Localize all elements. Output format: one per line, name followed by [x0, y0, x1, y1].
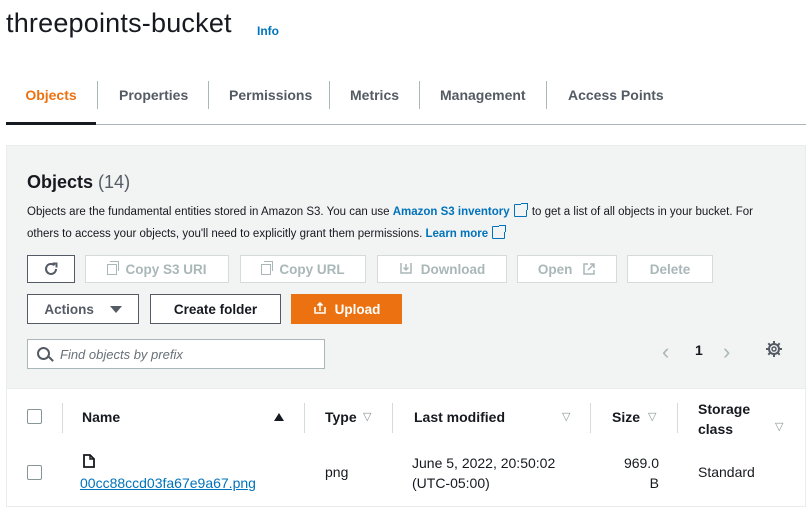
search-placeholder: Find objects by prefix — [60, 347, 183, 362]
sort-ascending-icon[interactable] — [274, 413, 284, 421]
object-name-link[interactable]: 00cc88ccd03fa67e9a67.png — [80, 473, 256, 493]
download-label: Download — [420, 262, 486, 277]
page-number[interactable]: 1 — [695, 342, 703, 358]
column-storage-class[interactable]: Storage class — [698, 399, 750, 439]
copy-icon — [261, 261, 274, 275]
copy-url-button[interactable]: Copy URL — [240, 255, 366, 283]
upload-label: Upload — [334, 302, 381, 317]
sort-icon[interactable]: ▽ — [648, 410, 656, 423]
tab-objects[interactable]: Objects — [6, 70, 96, 125]
upload-button[interactable]: Upload — [291, 294, 402, 324]
learn-more-link[interactable]: Learn more — [426, 228, 489, 240]
tab-divider — [329, 81, 330, 109]
column-divider — [590, 403, 591, 433]
description-text: Objects are the fundamental entities sto… — [27, 206, 390, 218]
object-storage-class: Standard — [698, 464, 755, 480]
column-storage-class-line1: Storage — [698, 401, 751, 417]
table-row[interactable]: 00cc88ccd03fa67e9a67.png png June 5, 202… — [7, 446, 805, 506]
create-folder-button[interactable]: Create folder — [150, 294, 281, 324]
info-link[interactable]: Info — [257, 24, 279, 38]
column-size[interactable]: Size — [612, 409, 640, 425]
external-link-icon — [583, 263, 595, 275]
column-type[interactable]: Type — [325, 409, 357, 425]
copy-icon — [107, 261, 120, 275]
column-storage-class-line2: class — [698, 421, 734, 437]
column-divider — [62, 403, 63, 433]
caret-down-icon — [109, 306, 122, 313]
sort-icon[interactable]: ▽ — [363, 410, 371, 423]
tab-divider — [208, 81, 209, 109]
sort-icon[interactable]: ▽ — [775, 420, 783, 433]
tab-management[interactable]: Management — [440, 70, 526, 122]
refresh-icon — [45, 262, 58, 275]
external-link-icon — [492, 225, 507, 239]
search-input[interactable]: Find objects by prefix — [27, 339, 325, 369]
file-icon — [83, 454, 95, 468]
object-size-value: 969.0 — [623, 455, 659, 471]
download-button[interactable]: Download — [377, 255, 507, 283]
copy-s3-uri-button[interactable]: Copy S3 URI — [85, 255, 229, 283]
tab-divider — [546, 81, 547, 109]
table-header: Name Type ▽ Last modified ▽ Size ▽ Stora… — [7, 388, 805, 448]
actions-dropdown[interactable]: Actions — [27, 294, 139, 324]
page-title: threepoints-bucket — [6, 8, 232, 38]
tab-divider — [97, 81, 98, 109]
objects-heading-label: Objects — [27, 172, 94, 192]
open-label: Open — [537, 262, 573, 277]
open-button[interactable]: Open — [517, 255, 617, 283]
tab-metrics[interactable]: Metrics — [350, 70, 399, 122]
object-type: png — [325, 464, 349, 480]
refresh-button[interactable] — [27, 255, 75, 283]
tab-properties[interactable]: Properties — [119, 70, 188, 122]
gear-icon[interactable] — [765, 340, 783, 358]
row-checkbox[interactable] — [27, 465, 42, 480]
column-last-modified[interactable]: Last modified — [414, 409, 505, 425]
tab-divider — [419, 81, 420, 109]
tab-access-points[interactable]: Access Points — [568, 70, 664, 122]
column-divider — [677, 403, 678, 433]
objects-description: Objects are the fundamental entities sto… — [27, 201, 757, 245]
external-link-icon — [513, 203, 528, 217]
column-name[interactable]: Name — [82, 409, 120, 425]
objects-panel: Objects (14) Objects are the fundamental… — [6, 145, 806, 507]
sort-icon[interactable]: ▽ — [562, 410, 570, 423]
object-size-unit: B — [649, 475, 659, 491]
previous-page-button[interactable]: ‹ — [662, 341, 669, 363]
download-icon — [400, 263, 412, 274]
upload-icon — [313, 301, 326, 314]
tab-bar: Objects Properties Permissions Metrics M… — [6, 70, 806, 125]
copy-url-label: Copy URL — [279, 262, 345, 277]
search-icon — [37, 347, 50, 360]
objects-count: (14) — [98, 172, 131, 192]
copy-s3-uri-label: Copy S3 URI — [125, 262, 207, 277]
object-size: 969.0 B — [607, 453, 659, 493]
object-last-modified: June 5, 2022, 20:50:02 (UTC-05:00) — [412, 453, 555, 493]
delete-button[interactable]: Delete — [627, 255, 713, 283]
objects-heading: Objects (14) — [27, 172, 130, 193]
column-divider — [392, 403, 393, 433]
tab-permissions[interactable]: Permissions — [229, 70, 312, 122]
column-divider — [304, 403, 305, 433]
actions-label: Actions — [44, 302, 94, 317]
object-last-modified-tz: (UTC-05:00) — [412, 475, 490, 491]
select-all-checkbox[interactable] — [27, 409, 42, 424]
next-page-button[interactable]: › — [723, 341, 730, 363]
object-last-modified-date: June 5, 2022, 20:50:02 — [412, 455, 556, 471]
inventory-link[interactable]: Amazon S3 inventory — [393, 206, 510, 218]
